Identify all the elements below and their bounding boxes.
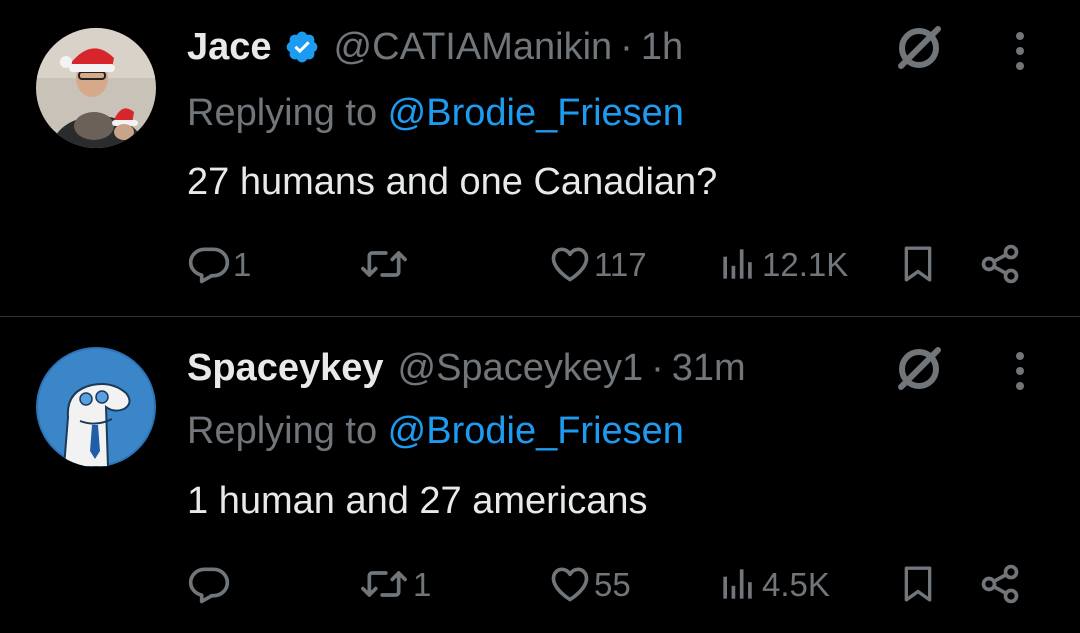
avatar[interactable] — [36, 28, 156, 148]
retweet-icon — [361, 251, 407, 277]
reply-icon — [188, 247, 230, 284]
more-icon[interactable] — [1008, 26, 1032, 76]
tweet[interactable]: Jace @CATIAManikin · 1h Replying to @Bro… — [0, 0, 1080, 316]
retweet-button[interactable]: 1 — [357, 562, 431, 606]
reply-count: 1 — [233, 245, 252, 283]
tweet-header: Jace @CATIAManikin · 1h — [187, 22, 683, 72]
views-button[interactable]: 12.1K — [716, 242, 848, 286]
tweet-divider — [0, 316, 1080, 317]
share-icon — [981, 244, 1019, 284]
retweet-count: 1 — [413, 565, 432, 603]
tweet-text: 27 humans and one Canadian? — [187, 161, 718, 203]
like-button[interactable]: 55 — [548, 562, 631, 606]
retweet-button[interactable] — [357, 242, 413, 286]
replying-to: Replying to @Brodie_Friesen — [187, 94, 684, 132]
share-button[interactable] — [976, 242, 1024, 286]
handle[interactable]: @CATIAManikin — [334, 28, 613, 66]
like-count: 55 — [594, 565, 631, 603]
bookmark-button[interactable] — [898, 242, 938, 286]
display-name[interactable]: Jace — [187, 28, 272, 66]
timestamp[interactable]: 1h — [641, 28, 683, 66]
views-icon — [723, 249, 752, 279]
like-button[interactable]: 117 — [548, 242, 647, 286]
view-count: 4.5K — [762, 565, 830, 603]
view-count: 12.1K — [762, 245, 849, 283]
verified-badge-icon — [284, 29, 320, 65]
tweet-header: Spaceykey @Spaceykey1 · 31m — [187, 343, 746, 393]
bookmark-button[interactable] — [898, 562, 938, 606]
like-count: 117 — [594, 245, 647, 283]
heart-icon — [551, 247, 589, 282]
reply-button[interactable] — [187, 562, 233, 606]
tweet-text: 1 human and 27 americans — [187, 480, 648, 522]
reply-icon — [188, 567, 230, 604]
more-icon[interactable] — [1008, 346, 1032, 396]
mention-link[interactable]: @Brodie_Friesen — [388, 410, 684, 452]
separator: · — [620, 26, 633, 68]
reply-button[interactable]: 1 — [187, 242, 251, 286]
replying-to: Replying to @Brodie_Friesen — [187, 412, 684, 450]
mention-link[interactable]: @Brodie_Friesen — [388, 92, 684, 134]
views-button[interactable]: 4.5K — [716, 562, 830, 606]
views-icon — [723, 569, 752, 599]
replying-prefix: Replying to — [187, 92, 388, 134]
grok-icon[interactable] — [893, 22, 945, 74]
avatar-image — [36, 28, 156, 148]
separator: · — [651, 347, 664, 389]
heart-icon — [551, 567, 589, 602]
display-name[interactable]: Spaceykey — [187, 349, 384, 387]
timestamp[interactable]: 31m — [672, 349, 746, 387]
grok-icon[interactable] — [893, 343, 945, 395]
tweet[interactable]: Spaceykey @Spaceykey1 · 31m Replying to … — [0, 318, 1080, 633]
share-button[interactable] — [976, 562, 1024, 606]
share-icon — [981, 564, 1019, 604]
retweet-icon — [361, 571, 407, 597]
bookmark-icon — [904, 566, 932, 602]
bookmark-icon — [904, 246, 932, 282]
avatar[interactable] — [36, 347, 156, 467]
handle[interactable]: @Spaceykey1 — [398, 349, 644, 387]
replying-prefix: Replying to — [187, 410, 388, 452]
avatar-image — [36, 347, 156, 467]
